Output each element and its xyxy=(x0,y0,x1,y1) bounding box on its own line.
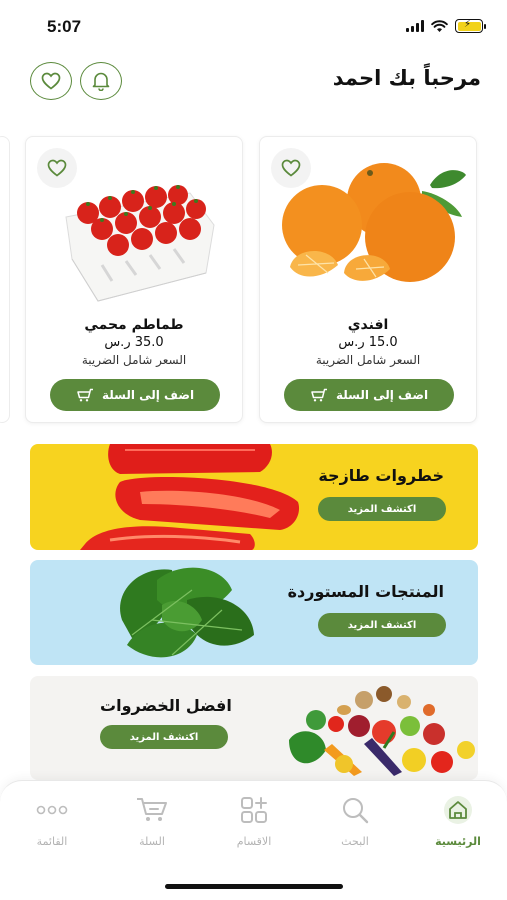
nav-label: البحث xyxy=(341,835,369,848)
nav-label: السلة xyxy=(139,835,165,848)
discover-more-button[interactable]: اكتشف المزيد xyxy=(318,613,446,637)
spinach-image xyxy=(120,567,254,658)
promo-banner-fresh[interactable]: خطروات طازجة اكتشف المزيد xyxy=(30,444,478,550)
nav-label: الرئيسية xyxy=(435,835,481,848)
search-icon xyxy=(343,798,369,824)
cart-icon xyxy=(137,798,167,821)
heart-icon xyxy=(41,72,61,90)
bell-icon xyxy=(92,72,110,91)
add-to-cart-label: اضف إلى السلة xyxy=(335,388,429,402)
product-name: افندي xyxy=(347,317,389,333)
vegetables-image xyxy=(289,686,475,776)
nav-item-home[interactable]: الرئيسية xyxy=(418,793,498,848)
nav-item-cart[interactable]: السلة xyxy=(112,793,192,848)
add-to-cart-button[interactable]: اضف إلى السلة xyxy=(284,379,454,411)
tax-note: السعر شامل الضريبة xyxy=(315,353,421,367)
status-time: 5:07 xyxy=(47,17,82,36)
favorite-toggle[interactable] xyxy=(37,148,77,188)
product-price: 35.0 ر.س xyxy=(104,335,164,350)
promo-banner-imported[interactable]: المنتجات المستوردة اكتشف المزيد xyxy=(30,560,478,665)
heart-icon xyxy=(47,159,67,177)
cart-icon xyxy=(311,388,327,402)
product-card[interactable]: افندي 15.0 ر.س السعر شامل الضريبة اضف إل… xyxy=(259,136,477,423)
banner-title: خطروات طازجة xyxy=(318,466,444,485)
status-bar: 5:07 ⚡ xyxy=(0,0,507,54)
home-indicator xyxy=(165,884,343,889)
battery-icon: ⚡ xyxy=(455,19,486,33)
signal-icon xyxy=(406,20,424,32)
product-name: طماطم محمي xyxy=(84,317,184,333)
notifications-button[interactable] xyxy=(80,62,122,100)
nav-label: الاقسام xyxy=(236,835,272,848)
add-to-cart-label: اضف إلى السلة xyxy=(101,388,195,402)
bottom-navigation: الرئيسية البحث الاقسام السلة القائمة xyxy=(0,780,507,900)
status-icons: ⚡ xyxy=(406,19,486,33)
discover-more-button[interactable]: اكتشف المزيد xyxy=(318,497,446,521)
nav-item-categories[interactable]: الاقسام xyxy=(214,793,294,848)
favorites-button[interactable] xyxy=(30,62,72,100)
pepper-slices-image xyxy=(80,444,300,550)
heart-icon xyxy=(281,159,301,177)
cart-icon xyxy=(77,388,93,402)
product-price: 15.0 ر.س xyxy=(338,335,398,350)
home-icon xyxy=(444,796,472,824)
product-carousel[interactable]: افندي 15.0 ر.س السعر شامل الضريبة اضف إل… xyxy=(0,136,507,424)
favorite-toggle[interactable] xyxy=(271,148,311,188)
tax-note: السعر شامل الضريبة xyxy=(81,353,187,367)
add-to-cart-button[interactable]: اضف إلى السلة xyxy=(50,379,220,411)
header: مرحباً بك احمد xyxy=(0,62,507,102)
nav-item-menu[interactable]: القائمة xyxy=(12,793,92,848)
product-card[interactable]: طماطم محمي 35.0 ر.س السعر شامل الضريبة ا… xyxy=(25,136,243,423)
promo-banner-best[interactable]: افضل الخضروات اكتشف المزيد xyxy=(30,676,478,780)
banner-title: المنتجات المستوردة xyxy=(287,582,444,601)
banner-title: افضل الخضروات xyxy=(100,696,232,715)
nav-item-search[interactable]: البحث xyxy=(315,793,395,848)
categories-icon xyxy=(241,797,267,823)
nav-label: القائمة xyxy=(36,835,68,848)
discover-more-button[interactable]: اكتشف المزيد xyxy=(100,725,228,749)
greeting-title: مرحباً بك احمد xyxy=(332,66,481,90)
product-card-partial[interactable] xyxy=(0,136,10,423)
more-icon xyxy=(36,805,68,815)
wifi-icon xyxy=(431,19,448,32)
